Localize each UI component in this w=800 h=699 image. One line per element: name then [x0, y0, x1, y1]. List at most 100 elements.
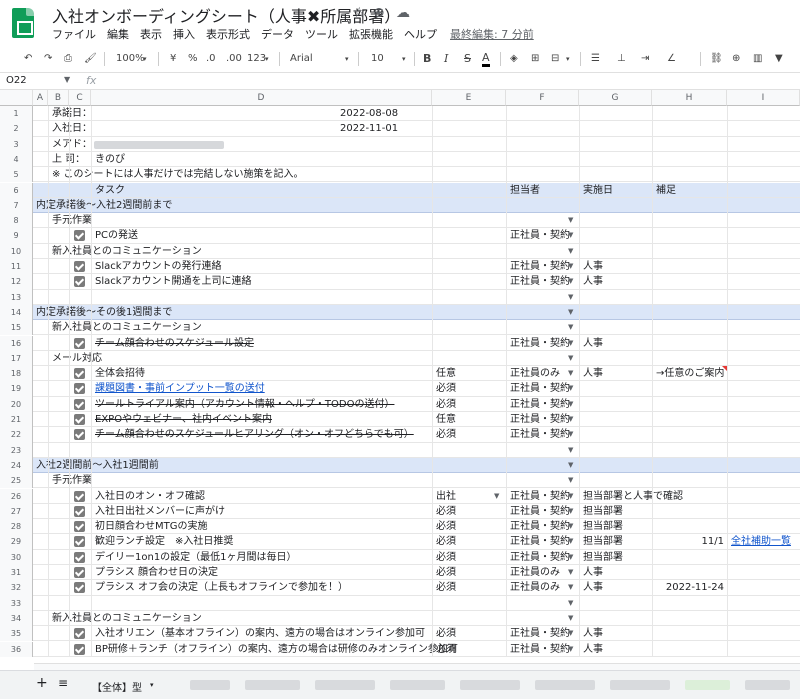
sheet-row[interactable]: 33 ▼ — [0, 595, 800, 611]
dropdown-chevron-icon[interactable]: ▼ — [568, 412, 573, 427]
row-number[interactable]: 35 — [0, 626, 33, 642]
sheet-row[interactable]: 18 全体会招待 任意 正社員のみ 人事 →任意のご案内 ▼ — [0, 366, 800, 382]
task-checkbox[interactable] — [74, 628, 85, 640]
row-number[interactable]: 36 — [0, 641, 33, 657]
sheet-row[interactable]: 30 デイリー1on1の設定（最低1ヶ月間は毎日） 必須 正社員・契約 担当部署 ▼ — [0, 549, 800, 565]
column-header[interactable]: A — [33, 90, 48, 106]
decrease-decimal-button[interactable]: .0 — [206, 51, 216, 67]
horizontal-align-icon[interactable]: ☰ — [591, 51, 600, 67]
blurred-sheet-tab[interactable] — [245, 680, 300, 690]
dropdown-chevron-icon[interactable]: ▼ — [568, 213, 573, 228]
dropdown-chevron-icon[interactable]: ▼ — [568, 519, 573, 534]
row-number[interactable]: 22 — [0, 427, 33, 443]
sheet-row[interactable]: 23 ▼ — [0, 442, 800, 458]
column-header[interactable]: E — [432, 90, 506, 106]
fill-color-icon[interactable]: ◈ — [510, 51, 518, 67]
row-number[interactable]: 2 — [0, 121, 33, 137]
blurred-sheet-tab[interactable] — [610, 680, 670, 690]
column-header[interactable]: I — [727, 90, 800, 106]
dropdown-chevron-icon[interactable]: ▼ — [568, 565, 573, 580]
column-header[interactable]: F — [506, 90, 579, 106]
dropdown-chevron-icon[interactable]: ▼ — [568, 473, 573, 488]
dropdown-chevron-icon[interactable]: ▼ — [568, 534, 573, 549]
insert-chart-icon[interactable]: ▥ — [753, 51, 762, 67]
dropdown-chevron-icon[interactable]: ▼ — [568, 244, 573, 259]
sheet-row[interactable]: 32 プラシス オフ会の決定（上長もオフラインで参加を！） 必須 正社員のみ 人事 202… — [0, 580, 800, 596]
row-number[interactable]: 24 — [0, 457, 33, 474]
last-edit-link[interactable]: 最終編集: 7 分前 — [450, 26, 534, 42]
sheet-row[interactable]: 24 入社2週間前〜入社1週間前 ▼ — [0, 457, 800, 474]
task-checkbox[interactable] — [74, 414, 85, 425]
dropdown-chevron-icon[interactable]: ▼ — [568, 274, 573, 289]
blurred-sheet-tab[interactable] — [460, 680, 520, 690]
sheet-row[interactable]: 28 初日顔合わせMTGの実施 必須 正社員・契約 担当部署 ▼ — [0, 519, 800, 535]
task-checkbox[interactable] — [74, 643, 85, 655]
row-number[interactable]: 34 — [0, 610, 33, 627]
menu-item[interactable]: 拡張機能 — [349, 26, 393, 42]
percent-format-button[interactable]: % — [188, 51, 198, 67]
font-size-select[interactable]: 10 — [371, 51, 384, 67]
row-number[interactable]: 17 — [0, 350, 33, 367]
filter-icon[interactable]: ▼ — [775, 51, 783, 67]
undo-icon[interactable]: ↶ — [24, 51, 32, 67]
sheet-row[interactable]: 3 メアド： — [0, 136, 800, 152]
row-number[interactable]: 12 — [0, 274, 33, 290]
sheet-row[interactable]: 22 チーム顔合わせのスケジュールヒアリング（オン・オフどちらでも可） 必須 正社員・… — [0, 427, 800, 443]
column-header[interactable]: G — [579, 90, 652, 106]
row-number[interactable]: 13 — [0, 289, 33, 305]
row-number[interactable]: 15 — [0, 320, 33, 336]
sheet-row[interactable]: 27 入社日出社メンバーに声がけ 必須 正社員・契約 担当部署 ▼ — [0, 503, 800, 520]
dropdown-chevron-icon[interactable]: ▼ — [568, 228, 573, 243]
currency-format-button[interactable]: ¥ — [170, 51, 176, 67]
menu-item[interactable]: データ — [261, 26, 294, 42]
menu-item[interactable]: ツール — [305, 26, 338, 42]
task-checkbox[interactable] — [74, 383, 85, 395]
document-title[interactable]: 入社オンボーディングシート（人事✖︎所属部署） — [52, 3, 400, 27]
task-checkbox[interactable] — [74, 551, 85, 563]
dropdown-chevron-icon[interactable]: ▼ — [568, 626, 573, 641]
row-number[interactable]: 33 — [0, 595, 33, 611]
column-header[interactable]: B — [48, 90, 69, 106]
sheet-tab-caret-icon[interactable]: ▾ — [150, 681, 154, 689]
sheet-row[interactable]: 13 ▼ — [0, 289, 800, 305]
all-sheets-icon[interactable]: ≡ — [58, 676, 68, 690]
dropdown-chevron-icon[interactable]: ▼ — [568, 596, 573, 611]
sheet-row[interactable]: 36 BP研修＋ランチ（オフライン）の案内、遠方の場合は研修のみオンライン参加可必… — [0, 641, 800, 657]
task-checkbox[interactable] — [74, 567, 85, 578]
text-rotate-icon[interactable]: ∠ — [667, 51, 676, 67]
horizontal-scrollbar[interactable] — [34, 663, 800, 670]
dropdown-chevron-icon[interactable]: ▼ — [568, 290, 573, 305]
add-sheet-icon[interactable]: + — [36, 675, 48, 691]
row-number[interactable]: 23 — [0, 442, 33, 458]
dropdown-chevron-icon[interactable]: ▼ — [568, 580, 573, 595]
borders-icon[interactable]: ⊞ — [531, 51, 539, 67]
more-formats-button[interactable]: 123 — [247, 51, 266, 67]
sheet-tab-active[interactable]: 【全体】型 — [92, 679, 142, 694]
increase-decimal-button[interactable]: .00 — [226, 51, 242, 67]
sheet-row[interactable]: 10 新入社員とのコミュニケーション ▼ — [0, 243, 800, 259]
font-select[interactable]: Arial — [290, 51, 313, 67]
sheet-row[interactable]: 21 EXPOやウェビナー、社内イベント案内 任意 正社員・契約 ▼ — [0, 412, 800, 428]
row-number[interactable]: 20 — [0, 396, 33, 412]
row-number[interactable]: 18 — [0, 366, 33, 382]
row-number[interactable]: 9 — [0, 228, 33, 244]
row-number[interactable]: 19 — [0, 381, 33, 397]
blurred-sheet-tab[interactable] — [390, 680, 445, 690]
dropdown-chevron-icon[interactable]: ▼ — [568, 259, 573, 274]
row-number[interactable]: 25 — [0, 473, 33, 489]
sheet-row[interactable]: 6 タスク 担当者 実施日 補足 — [0, 182, 800, 198]
italic-button[interactable]: I — [444, 51, 448, 67]
dropdown-chevron-icon[interactable]: ▼ — [568, 611, 573, 626]
blurred-sheet-tab[interactable] — [315, 680, 375, 690]
sheet-row[interactable]: 15 新入社員とのコミュニケーション ▼ — [0, 320, 800, 336]
row-number[interactable]: 30 — [0, 549, 33, 565]
column-header[interactable]: C — [69, 90, 91, 106]
task-checkbox[interactable] — [74, 276, 85, 288]
sheet-row[interactable]: 4上 司： きのぴ — [0, 151, 800, 168]
dropdown-chevron-icon[interactable]: ▼ — [568, 550, 573, 565]
sheet-row[interactable]: 1 承諾日： 2022-08-08 — [0, 106, 800, 122]
menu-item[interactable]: ヘルプ — [404, 26, 437, 42]
blurred-sheet-tab[interactable] — [745, 680, 790, 690]
row-number[interactable]: 28 — [0, 519, 33, 535]
task-checkbox[interactable] — [74, 429, 85, 441]
